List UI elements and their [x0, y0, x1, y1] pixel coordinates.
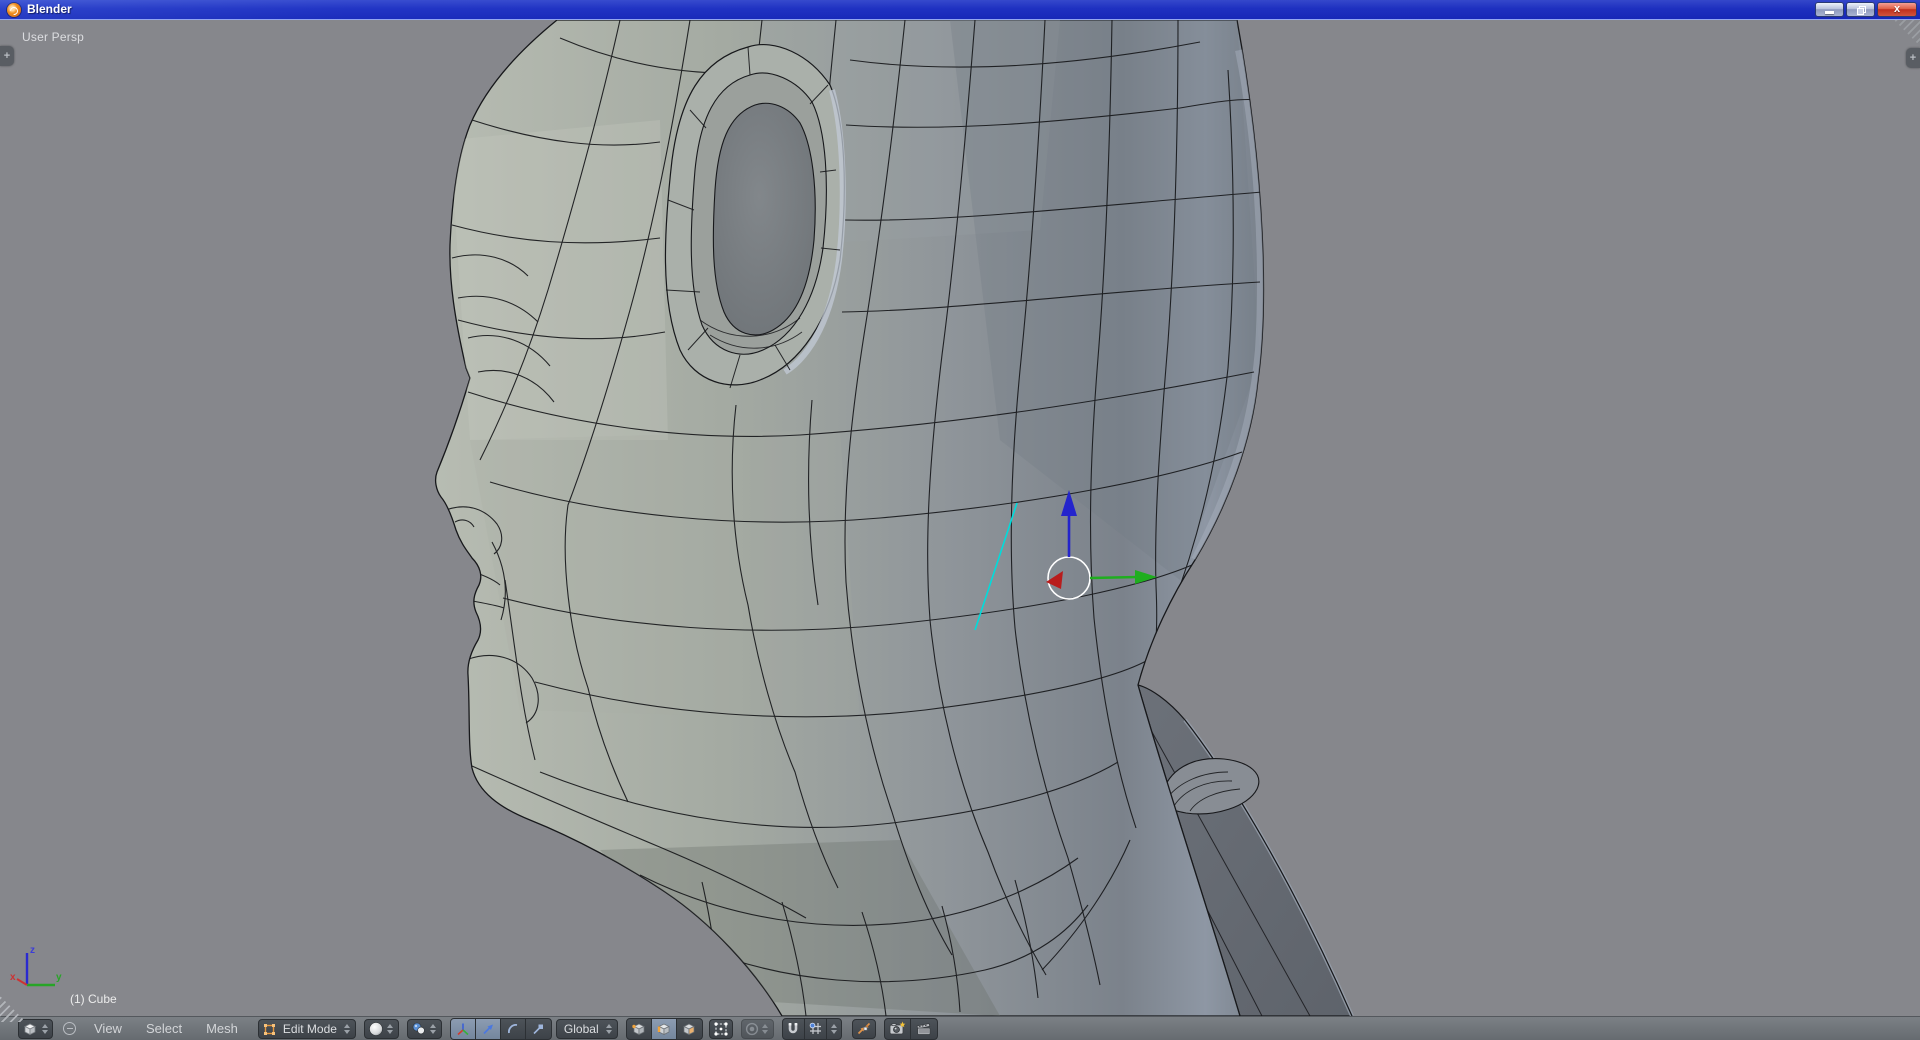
gizmo-y-axis: [1089, 575, 1139, 580]
snap-magnet-icon: [788, 1023, 798, 1034]
view-name-label: User Persp: [22, 30, 85, 44]
occlude-geometry-icon: [714, 1021, 728, 1036]
titlebar-gradient: [0, 0, 1920, 19]
edit-mode-icon: [263, 1023, 275, 1035]
opengl-render-still-button[interactable]: [885, 1018, 911, 1039]
menu-select[interactable]: Select: [134, 1017, 194, 1040]
snap-target-button[interactable]: [851, 1018, 876, 1039]
pivot-point-selector[interactable]: [406, 1018, 442, 1039]
menu-mesh[interactable]: Mesh: [194, 1017, 250, 1040]
spinner-arrows: [429, 1023, 438, 1034]
opengl-render-anim-button[interactable]: [911, 1019, 937, 1039]
translate-arrow-icon: [483, 1024, 493, 1034]
snap-target-icon: [857, 1022, 870, 1035]
axis-y-label: y: [56, 972, 62, 983]
face-select-icon: [683, 1023, 695, 1035]
scale-handle-icon: [533, 1024, 544, 1034]
select-mode-group: [625, 1017, 703, 1040]
snap-element-selector[interactable]: [805, 1018, 827, 1039]
menu-view[interactable]: View: [82, 1017, 134, 1040]
face-select-toggle[interactable]: [677, 1019, 702, 1039]
transform-orientation-selector[interactable]: Global: [555, 1018, 618, 1039]
edge-select-icon: [657, 1023, 670, 1035]
window-titlebar[interactable]: Blender x: [0, 0, 1920, 20]
edge-select-toggle[interactable]: [651, 1018, 677, 1039]
properties-region-tab[interactable]: +: [1906, 48, 1920, 68]
blender-logo-icon: [7, 3, 21, 17]
collapse-menus-button[interactable]: [63, 1022, 76, 1035]
spinner-arrows: [829, 1023, 838, 1034]
window-title: Blender: [27, 2, 72, 16]
spinner-arrows: [605, 1023, 614, 1034]
manipulator-translate-toggle[interactable]: [475, 1018, 501, 1039]
close-icon: x: [1893, 3, 1901, 15]
3d-view-editor-icon: [24, 1023, 36, 1035]
restore-button[interactable]: [1846, 2, 1875, 17]
clapperboard-icon: [916, 1023, 931, 1035]
spinner-arrows: [761, 1023, 770, 1034]
axis-x-label: x: [10, 972, 16, 983]
restore-icon: [1856, 5, 1866, 15]
axis-z-label: z: [30, 945, 35, 956]
viewport-header: View Select Mesh Edit Mode Global: [0, 1016, 1920, 1040]
rotate-arc-icon: [508, 1023, 518, 1033]
manipulator-axes-toggle[interactable]: [450, 1018, 476, 1039]
pivot-median-icon: [412, 1022, 425, 1035]
manipulator-toggle-group: [449, 1017, 552, 1040]
camera-icon: [889, 1021, 906, 1035]
manipulator-scale-toggle[interactable]: [526, 1019, 551, 1039]
snap-magnet-toggle[interactable]: [783, 1018, 805, 1039]
object-info-label: (1) Cube: [70, 992, 117, 1006]
ear: [664, 43, 846, 389]
minimize-button[interactable]: [1815, 2, 1844, 17]
orientation-label: Global: [563, 1021, 599, 1036]
snap-element-icon: [809, 1022, 821, 1034]
toolbar-region-tab[interactable]: +: [0, 46, 14, 66]
snap-group: [781, 1017, 842, 1040]
mode-label: Edit Mode: [282, 1021, 337, 1036]
vertex-select-toggle[interactable]: [627, 1018, 652, 1039]
viewport-canvas: [16, 20, 1354, 1016]
snap-spinner[interactable]: [827, 1019, 841, 1039]
proportional-edit-icon: [745, 1022, 758, 1035]
viewport-shading-selector[interactable]: [363, 1018, 399, 1039]
close-button[interactable]: x: [1877, 2, 1917, 17]
opengl-render-group: [883, 1017, 938, 1040]
proportional-edit-selector[interactable]: [740, 1018, 774, 1039]
blender-window: Blender x User Persp (1) Cube z y x + + …: [0, 0, 1920, 1040]
spinner-arrows: [40, 1023, 49, 1034]
minimize-icon: [1825, 11, 1834, 14]
spinner-arrows: [386, 1023, 395, 1034]
spinner-arrows: [343, 1023, 352, 1034]
occlude-geometry-toggle[interactable]: [708, 1018, 733, 1039]
mode-selector[interactable]: Edit Mode: [257, 1018, 356, 1039]
vertex-select-icon: [631, 1023, 645, 1035]
manipulator-axes-icon: [457, 1023, 469, 1035]
manipulator-rotate-toggle[interactable]: [501, 1018, 526, 1039]
viewport-3d[interactable]: User Persp (1) Cube z y x + +: [0, 20, 1920, 1016]
axis-mini-widget: [16, 953, 55, 987]
shading-solid-sphere-icon: [369, 1021, 383, 1036]
